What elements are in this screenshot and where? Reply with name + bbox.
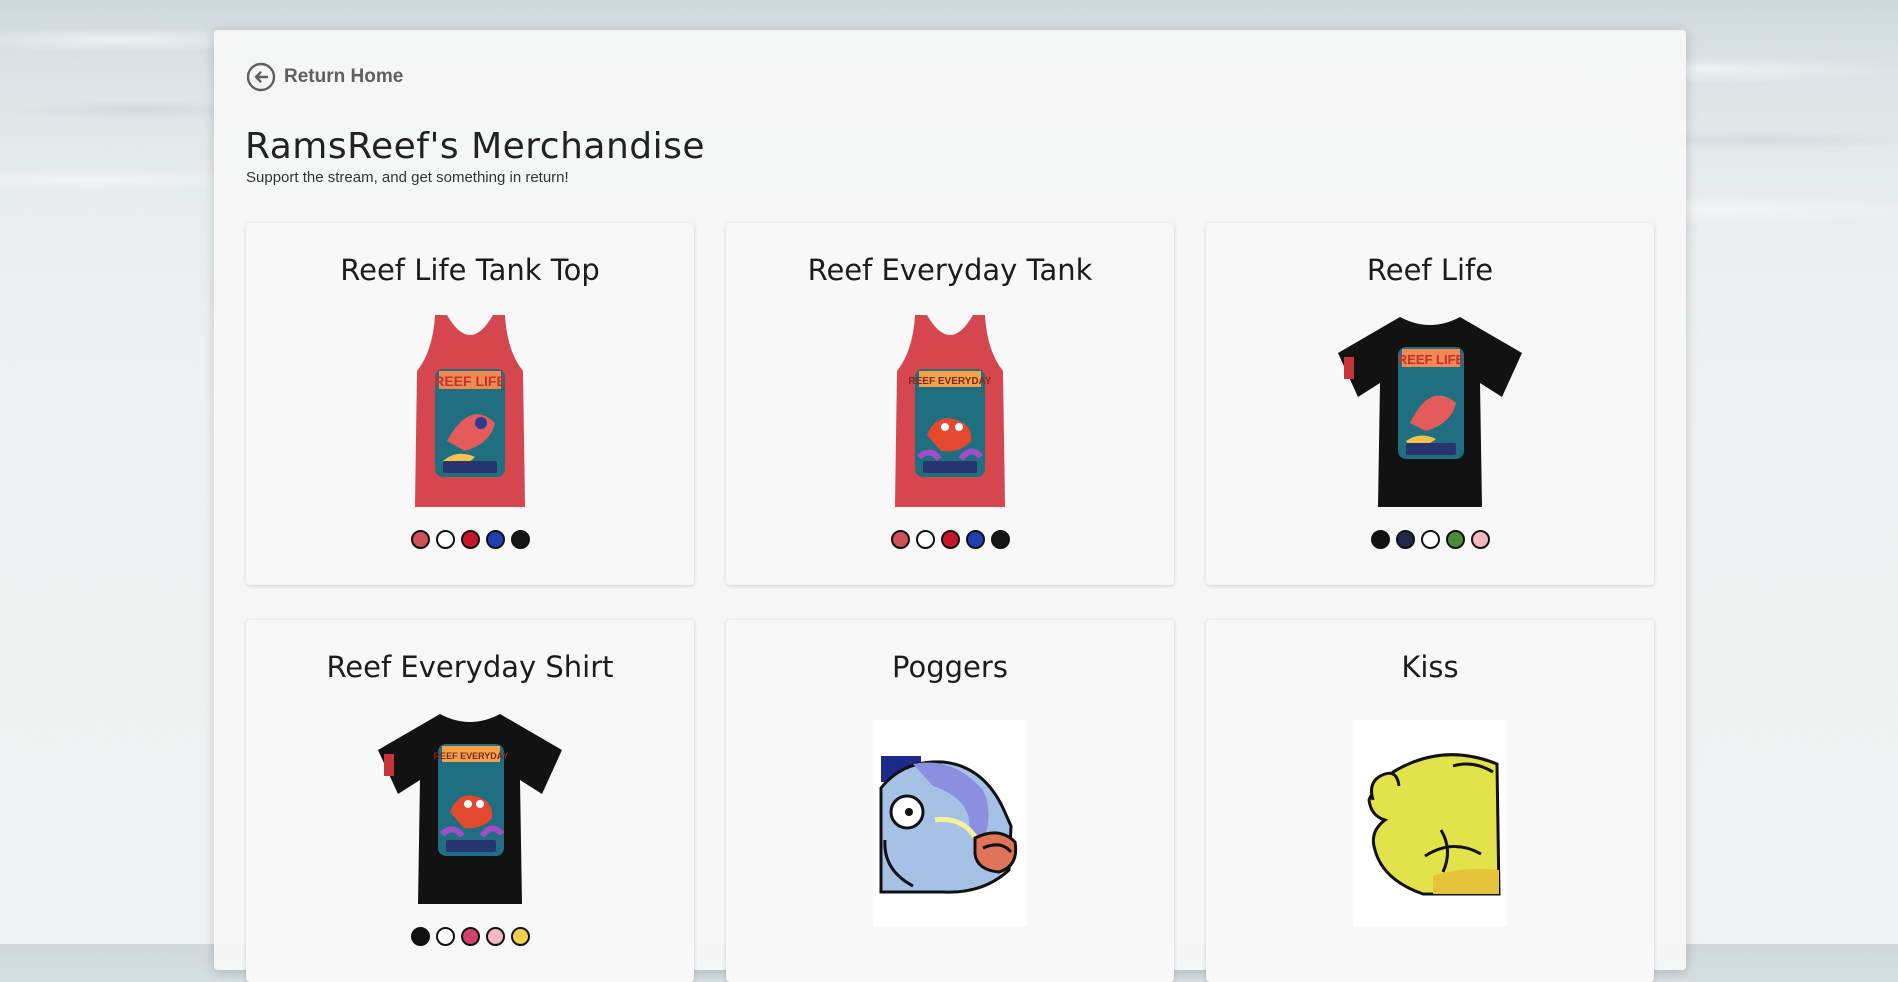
t-shirt-image: REEF EVERYDAY	[378, 714, 562, 904]
swatch-white[interactable]	[915, 530, 935, 549]
swatch-pink[interactable]	[1470, 530, 1490, 549]
swatch-heather-red[interactable]	[890, 530, 910, 549]
product-card-reef-everyday-tank[interactable]: Reef Everyday Tank REEF EVERYDAY	[726, 223, 1174, 585]
swatch-yellow[interactable]	[510, 927, 530, 946]
product-title: Reef Everyday Tank	[807, 253, 1093, 287]
product-card-reef-life-tank-top[interactable]: Reef Life Tank Top REEF LIFE	[246, 223, 694, 585]
swatch-white[interactable]	[435, 927, 455, 946]
t-shirt-image: REEF LIFE	[1338, 317, 1522, 507]
merch-panel: Return Home RamsReef's Merchandise Suppo…	[214, 30, 1686, 982]
swatch-red[interactable]	[940, 530, 960, 549]
product-card-poggers[interactable]: Poggers	[726, 620, 1174, 982]
svg-text:REEF EVERYDAY: REEF EVERYDAY	[908, 376, 992, 387]
swatch-white[interactable]	[435, 530, 455, 549]
poggers-fish-emote-image	[879, 756, 1025, 894]
swatch-pink[interactable]	[485, 927, 505, 946]
color-swatches	[246, 530, 694, 549]
color-swatches	[726, 530, 1174, 549]
swatch-red[interactable]	[460, 530, 480, 549]
product-title: Reef Life	[1366, 253, 1494, 287]
tank-top-image: REEF EVERYDAY	[895, 315, 1005, 507]
page-title: RamsReef's Merchandise	[245, 126, 706, 167]
swatch-heather-red[interactable]	[410, 530, 430, 549]
product-card-reef-everyday-shirt[interactable]: Reef Everyday Shirt REEF EVERYDAY	[246, 620, 694, 982]
kiss-fish-emote-image	[1353, 753, 1507, 896]
color-swatches	[1206, 530, 1654, 549]
emote-image-frame	[873, 720, 1027, 926]
svg-text:REEF EVERYDAY: REEF EVERYDAY	[434, 751, 509, 761]
svg-text:REEF LIFE: REEF LIFE	[434, 373, 506, 389]
emote-image-frame	[1353, 720, 1507, 926]
swatch-white[interactable]	[1420, 530, 1440, 549]
arrow-left-circle-icon	[246, 62, 276, 92]
product-title: Reef Life Tank Top	[340, 253, 600, 287]
swatch-black[interactable]	[1370, 530, 1390, 549]
swatch-green[interactable]	[1445, 530, 1465, 549]
product-title: Kiss	[1401, 650, 1459, 684]
swatch-black[interactable]	[510, 530, 530, 549]
product-card-kiss[interactable]: Kiss	[1206, 620, 1654, 982]
swatch-blue[interactable]	[965, 530, 985, 549]
swatch-navy[interactable]	[1395, 530, 1415, 549]
swatch-black[interactable]	[990, 530, 1010, 549]
swatch-berry[interactable]	[460, 927, 480, 946]
product-title: Reef Everyday Shirt	[326, 650, 614, 684]
page-subtitle: Support the stream, and get something in…	[246, 169, 569, 186]
return-home-link[interactable]: Return Home	[246, 62, 403, 92]
return-home-label: Return Home	[284, 66, 404, 87]
tank-top-image: REEF LIFE	[415, 315, 525, 507]
swatch-blue[interactable]	[485, 530, 505, 549]
product-title: Poggers	[892, 650, 1008, 684]
svg-text:REEF LIFE: REEF LIFE	[1398, 352, 1465, 367]
swatch-black[interactable]	[410, 927, 430, 946]
product-card-reef-life[interactable]: Reef Life REEF LIFE	[1206, 223, 1654, 585]
color-swatches	[246, 927, 694, 946]
